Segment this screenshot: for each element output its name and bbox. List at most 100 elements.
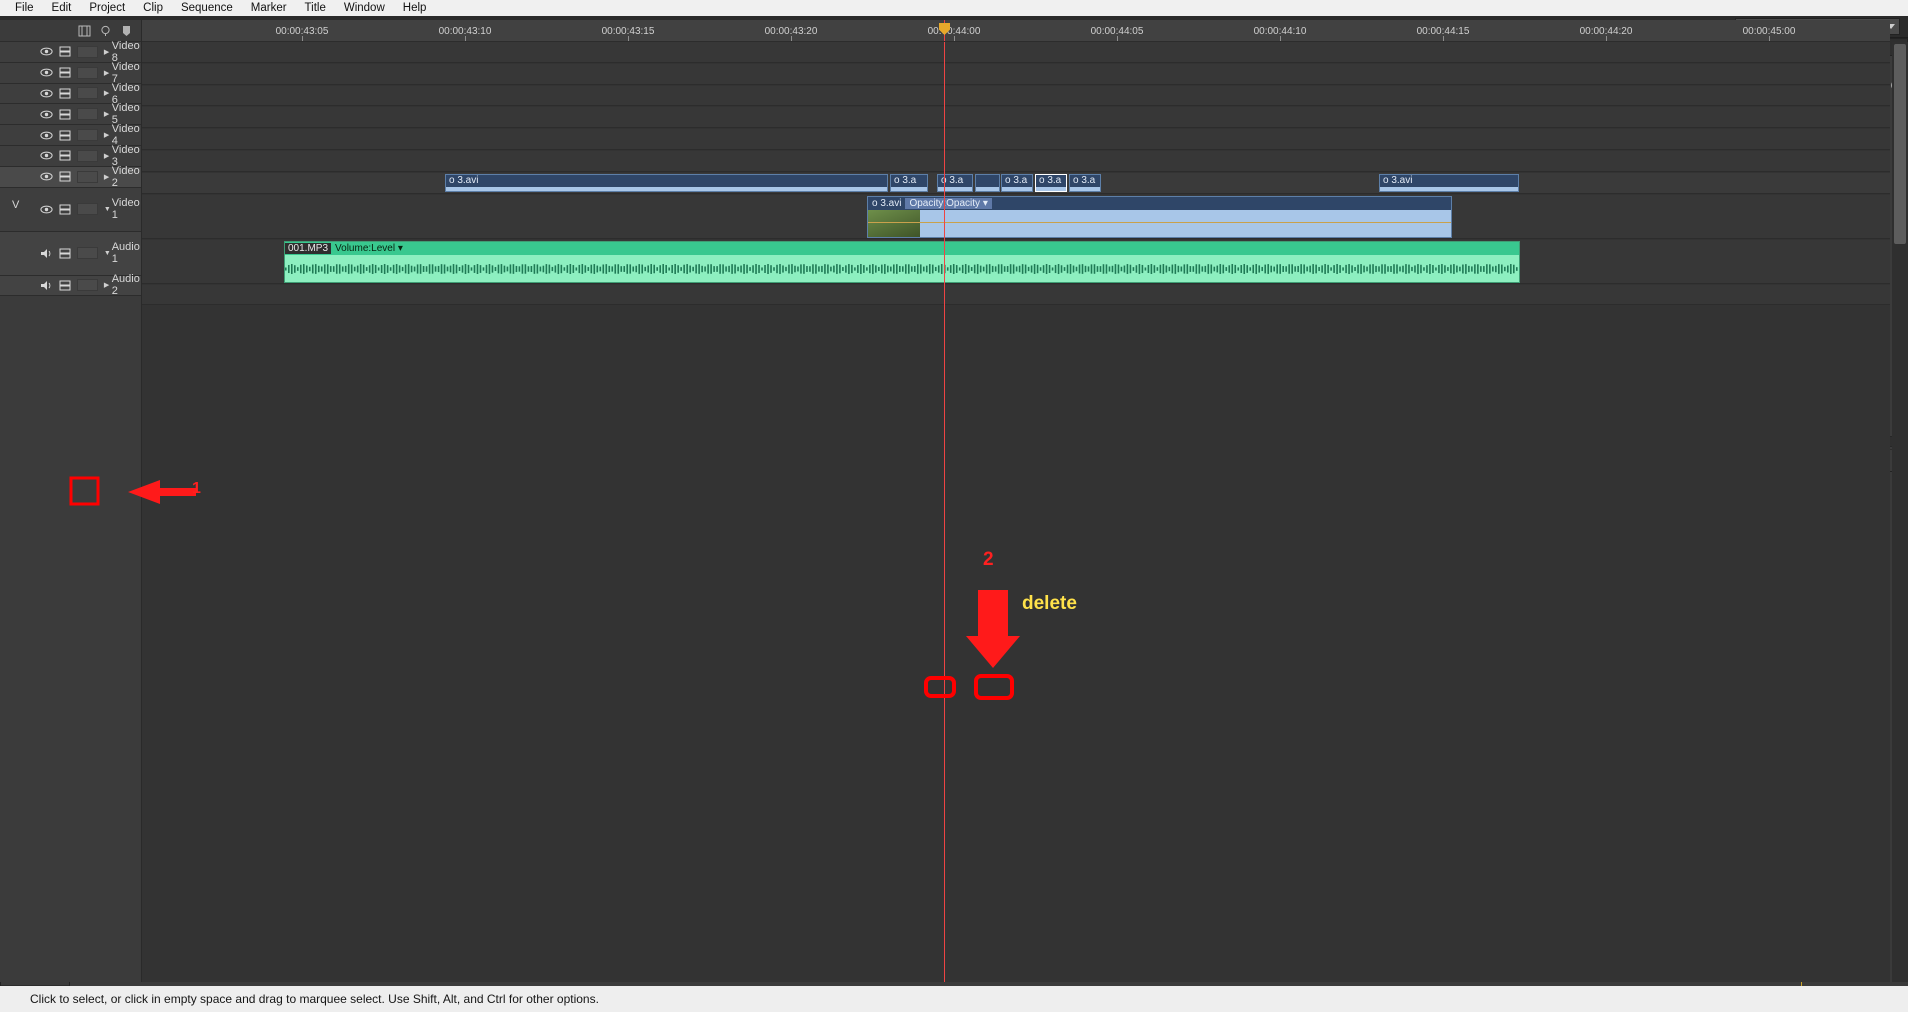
timeline-clip[interactable]: o 3.a <box>1001 173 1033 192</box>
menu-item-help[interactable]: Help <box>394 0 436 16</box>
timeline-playhead[interactable] <box>944 42 945 982</box>
timeline-track-header-video-8[interactable]: ▶ Video 8 <box>0 40 141 64</box>
timeline-track-lane-video-3[interactable] <box>142 151 1890 172</box>
twirl-right-icon[interactable]: ▶ <box>104 173 112 181</box>
track-pad[interactable] <box>77 108 98 121</box>
track-pad[interactable] <box>77 45 98 58</box>
twirl-right-icon[interactable]: ▶ <box>104 69 112 77</box>
menu-item-marker[interactable]: Marker <box>242 0 296 16</box>
status-bar: Click to select, or click in empty space… <box>0 986 1908 1012</box>
twirl-down-icon[interactable]: ▼ <box>104 206 112 213</box>
timeline-clip[interactable] <box>975 173 1000 192</box>
toggle-track-lock-icon[interactable] <box>59 280 72 291</box>
timeline-clip-audio1[interactable]: 001.MP3 Volume:Level ▾ <box>284 240 1520 283</box>
timeline-clip[interactable]: o 3.a <box>937 173 973 192</box>
linked-selection-icon[interactable] <box>99 25 112 37</box>
toggle-track-lock-icon[interactable] <box>59 248 72 259</box>
clip-body <box>1070 186 1100 191</box>
timeline-track-lane-video-8[interactable] <box>142 42 1890 63</box>
toggle-track-lock-icon[interactable] <box>59 67 72 78</box>
track-pad[interactable] <box>77 149 98 162</box>
timeline-track-header-video-6[interactable]: ▶ Video 6 <box>0 82 141 106</box>
toggle-track-output-icon[interactable] <box>40 88 53 99</box>
timeline-track-header-video-2[interactable]: ▶ Video 2 <box>0 165 141 189</box>
track-name-label: Video 1 <box>111 197 140 222</box>
clip-name-label <box>976 174 999 187</box>
clip-body <box>1002 186 1032 191</box>
track-pad[interactable] <box>77 87 98 100</box>
ruler-tick <box>1280 36 1281 41</box>
toggle-track-output-icon[interactable] <box>40 67 53 78</box>
toggle-track-output-icon[interactable] <box>40 150 53 161</box>
twirl-right-icon[interactable]: ▶ <box>104 89 112 97</box>
ruler-tick <box>628 36 629 41</box>
opacity-rubberband[interactable] <box>868 221 1451 223</box>
track-pad[interactable] <box>77 170 98 183</box>
twirl-right-icon[interactable]: ▶ <box>104 110 112 118</box>
toggle-track-mute-icon[interactable] <box>40 280 53 291</box>
track-pad[interactable] <box>77 247 98 260</box>
timeline-vertical-scrollbar[interactable] <box>1892 42 1908 982</box>
timeline-track-lane-video-7[interactable] <box>142 63 1890 85</box>
timeline-track-lane-video-5[interactable] <box>142 107 1890 129</box>
twirl-right-icon[interactable]: ▶ <box>104 152 112 160</box>
timeline-track-header-list[interactable]: ▶ Video 8 ▶ Video 7 ▶ Video 6 ▶ Video 5 ▶ Video 4… <box>0 40 141 297</box>
toggle-track-output-icon[interactable] <box>40 46 53 57</box>
menu-item-project[interactable]: Project <box>80 0 134 16</box>
toggle-track-lock-icon[interactable] <box>59 46 72 57</box>
timeline-track-header-video-7[interactable]: ▶ Video 7 <box>0 61 141 85</box>
toggle-track-lock-icon[interactable] <box>59 130 72 141</box>
toggle-track-lock-icon[interactable] <box>59 150 72 161</box>
clip-effect-label[interactable]: Opacity:Opacity ▾ <box>905 197 992 209</box>
scrollbar-thumb[interactable] <box>1894 44 1906 244</box>
timeline-track-header-video-5[interactable]: ▶ Video 5 <box>0 102 141 126</box>
audio-clip-effect-label[interactable]: Volume:Level ▾ <box>331 243 407 254</box>
add-marker-icon[interactable] <box>120 25 133 37</box>
twirl-down-icon[interactable]: ▼ <box>104 250 112 257</box>
menu-item-edit[interactable]: Edit <box>43 0 81 16</box>
menu-item-window[interactable]: Window <box>335 0 394 16</box>
toggle-track-mute-icon[interactable] <box>40 248 53 259</box>
toggle-track-output-icon[interactable] <box>40 171 53 182</box>
timeline-clip[interactable]: o 3.a <box>890 173 928 192</box>
timeline-track-header-audio-2[interactable]: ▶ Audio 2 <box>0 273 141 297</box>
ruler-tick <box>465 36 466 41</box>
timeline-track-header-audio-1[interactable]: ▼ Audio 1 <box>0 231 141 276</box>
twirl-right-icon[interactable]: ▶ <box>104 281 112 289</box>
twirl-right-icon[interactable]: ▶ <box>104 131 112 139</box>
timeline-clip[interactable]: o 3.a <box>1069 173 1101 192</box>
track-pad[interactable] <box>77 279 98 292</box>
timeline-clip-area[interactable]: o 3.avi o 3.a o 3.a o 3.a o 3.a o 3.a o 3.avi o… <box>142 42 1890 982</box>
timeline-track-lane-audio-2[interactable] <box>142 284 1890 306</box>
track-pad[interactable] <box>77 66 98 79</box>
toggle-track-output-icon[interactable] <box>40 109 53 120</box>
twirl-right-icon[interactable]: ▶ <box>104 48 112 56</box>
timeline-time-ruler[interactable]: 00:00:43:05 00:00:43:10 00:00:43:15 00:00:4… <box>142 20 1890 42</box>
track-pad[interactable] <box>77 203 98 216</box>
menu-item-sequence[interactable]: Sequence <box>172 0 242 16</box>
menu-item-clip[interactable]: Clip <box>134 0 172 16</box>
ruler-tick <box>1117 36 1118 41</box>
timeline-clip-video1[interactable]: o 3.avi Opacity:Opacity ▾ <box>867 195 1452 238</box>
timeline-clip[interactable]: o 3.avi <box>445 173 888 192</box>
toggle-track-output-icon[interactable] <box>40 204 53 215</box>
timeline-playhead-marker[interactable] <box>939 20 950 41</box>
timeline-track-lane-video-4[interactable] <box>142 129 1890 150</box>
toggle-track-output-icon[interactable] <box>40 130 53 141</box>
track-pad[interactable] <box>77 129 98 142</box>
timeline-track-header-video-1[interactable]: ▼ Video 1 <box>0 187 141 232</box>
menu-item-title[interactable]: Title <box>296 0 335 16</box>
timeline-clip[interactable]: o 3.a <box>1035 173 1067 192</box>
menu-item-file[interactable]: File <box>6 0 43 16</box>
toggle-track-lock-icon[interactable] <box>59 171 72 182</box>
timeline-track-header-video-4[interactable]: ▶ Video 4 <box>0 123 141 147</box>
timeline-clip[interactable]: o 3.avi <box>1379 173 1519 192</box>
toggle-track-lock-icon[interactable] <box>59 204 72 215</box>
toggle-track-lock-icon[interactable] <box>59 109 72 120</box>
snap-icon[interactable] <box>78 25 91 37</box>
clip-name-label: o 3.avi <box>1380 174 1518 187</box>
toggle-track-lock-icon[interactable] <box>59 88 72 99</box>
clip-name-label: o 3.a <box>891 174 927 187</box>
timeline-track-header-video-3[interactable]: ▶ Video 3 <box>0 144 141 168</box>
timeline-track-lane-video-6[interactable] <box>142 85 1890 107</box>
